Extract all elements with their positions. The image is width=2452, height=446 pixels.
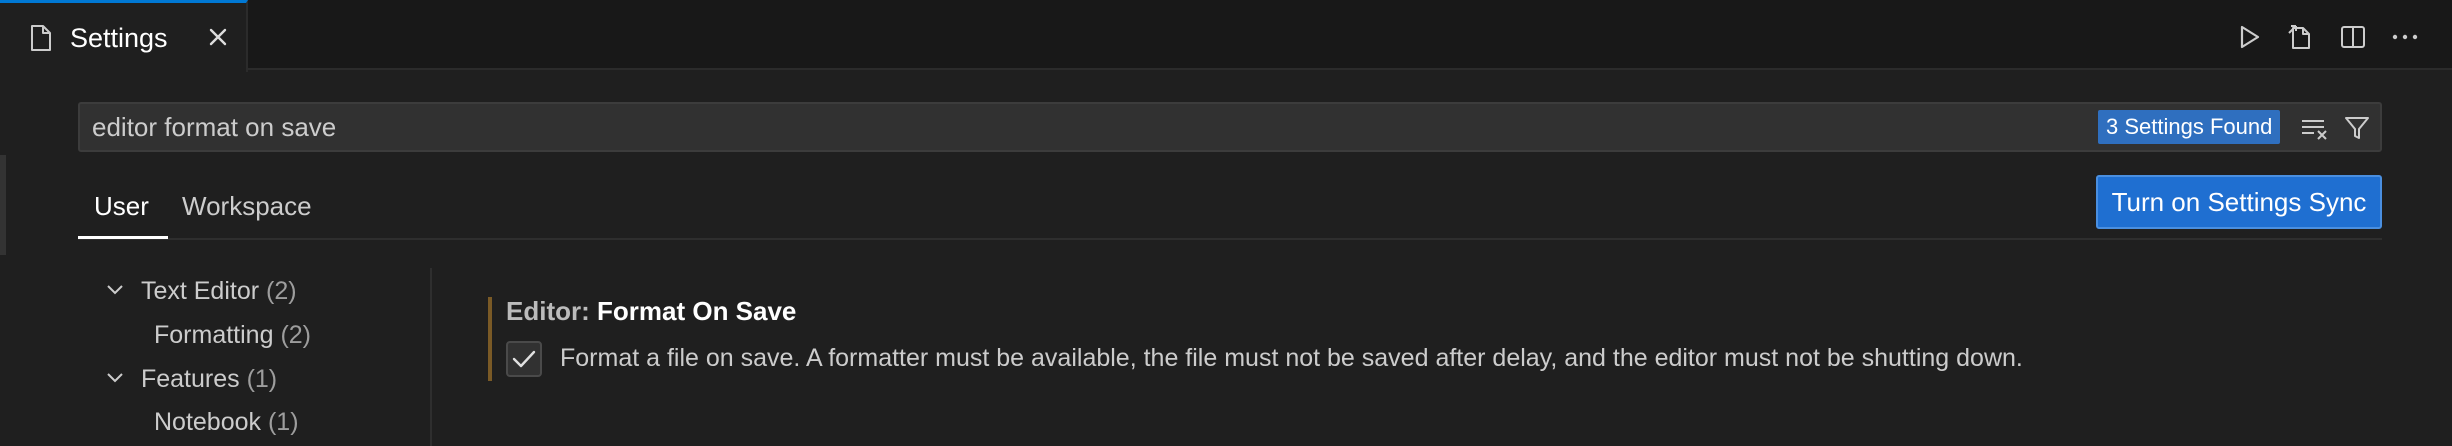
setting-title: Editor: Format On Save [506, 294, 796, 328]
scope-tabs-divider [78, 238, 2382, 240]
toc-item-text-editor[interactable]: Text Editor (2) [104, 275, 297, 307]
turn-on-settings-sync-button[interactable]: Turn on Settings Sync [2096, 175, 2382, 229]
toc-item-label: Features [140, 365, 240, 393]
run-icon[interactable] [2232, 20, 2266, 54]
toc-divider[interactable] [430, 268, 432, 446]
toc-item-label: Formatting [154, 321, 274, 349]
setting-category: Editor: [506, 296, 597, 326]
clear-filter-icon[interactable] [2298, 112, 2332, 144]
toc-item-count: (2) [280, 321, 311, 349]
chevron-down-icon [107, 373, 123, 383]
toc-item-count: (2) [266, 277, 297, 305]
setting-key: Format On Save [597, 296, 797, 326]
open-json-icon[interactable] [2284, 20, 2318, 54]
close-icon[interactable] [205, 24, 231, 50]
editor-tab-bar [0, 0, 2452, 70]
setting-description: Format a file on save. A formatter must … [560, 344, 2023, 372]
file-icon [28, 24, 54, 52]
results-count-badge: 3 Settings Found [2098, 110, 2281, 144]
settings-search-input[interactable] [78, 102, 2382, 152]
tab-label: Settings [70, 23, 168, 53]
toc-item-count: (1) [246, 365, 278, 393]
format-on-save-checkbox[interactable] [506, 341, 542, 377]
toc-item-notebook[interactable]: Notebook (1) [154, 406, 299, 438]
toc-item-features[interactable]: Features (1) [104, 363, 277, 395]
active-tab-indicator [78, 236, 168, 239]
toc-item-formatting[interactable]: Formatting (2) [154, 319, 311, 351]
split-editor-icon[interactable] [2336, 20, 2370, 54]
toc-item-count: (1) [267, 408, 299, 436]
check-icon [512, 350, 536, 368]
tab-workspace[interactable]: Workspace [182, 190, 312, 222]
modified-indicator [488, 297, 492, 381]
toc-item-label: Notebook [154, 408, 262, 436]
sash[interactable] [0, 155, 6, 255]
more-actions-icon[interactable] [2388, 20, 2422, 54]
chevron-down-icon [107, 285, 123, 295]
filter-icon[interactable] [2340, 112, 2374, 144]
search-query[interactable]: editor format on save [92, 110, 336, 144]
tab-user[interactable]: User [94, 190, 149, 222]
toc-item-label: Text Editor [140, 277, 260, 305]
